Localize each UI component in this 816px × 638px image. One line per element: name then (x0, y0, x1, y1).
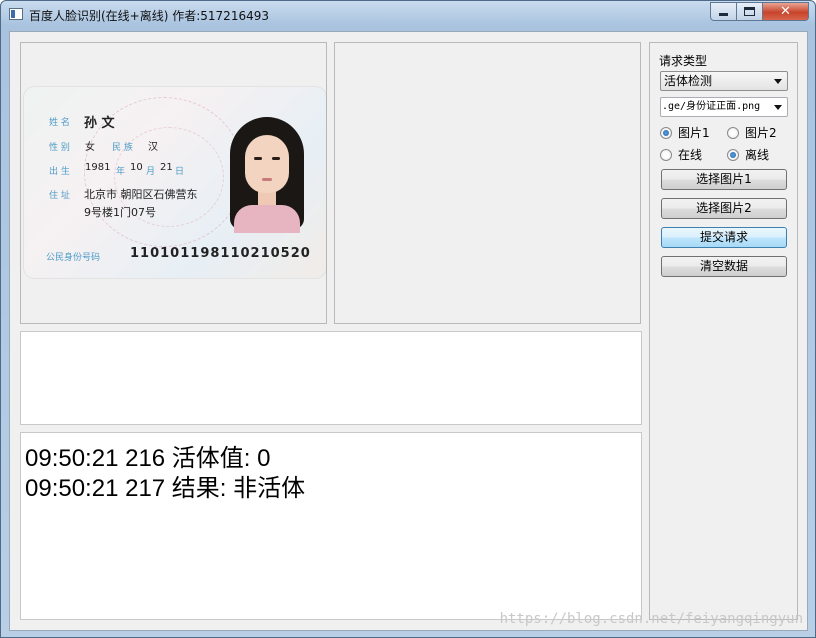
name-label: 姓 名 (49, 118, 70, 128)
radio-online[interactable]: 在线 (660, 146, 702, 163)
day-label: 日 (175, 167, 185, 177)
radio-image2[interactable]: 图片2 (727, 124, 777, 141)
select-image2-button[interactable]: 选择图片2 (661, 198, 787, 219)
id-number-value: 110101198110210520 (130, 246, 311, 261)
file-path-value: .ge/身份证正面.png (662, 101, 761, 112)
radio-online-label: 在线 (678, 148, 703, 162)
clear-data-button[interactable]: 清空数据 (661, 256, 787, 277)
chevron-down-icon (774, 79, 782, 84)
month-label: 月 (146, 167, 156, 177)
request-type-select[interactable]: 活体检测 (660, 71, 788, 91)
title-bar[interactable]: 百度人脸识别(在线+离线) 作者:517216493 ✕ (1, 1, 815, 29)
radio-offline[interactable]: 离线 (727, 146, 769, 163)
close-button[interactable]: ✕ (763, 2, 809, 21)
chevron-down-icon (774, 105, 782, 110)
request-type-label: 请求类型 (659, 54, 708, 68)
maximize-button[interactable] (737, 2, 763, 21)
gender-value: 女 (85, 142, 95, 153)
address-label: 住 址 (49, 191, 70, 201)
image1-panel: 姓 名 孙 文 性 别 女 民 族 汉 出 生 1981 年 10 月 21 日… (20, 42, 327, 324)
gender-label: 性 别 (49, 143, 70, 153)
radio-offline-label: 离线 (745, 148, 770, 162)
select-image1-button[interactable]: 选择图片1 (661, 169, 787, 190)
image2-panel (334, 42, 641, 324)
year-label: 年 (116, 167, 126, 177)
minimize-button[interactable] (710, 2, 737, 21)
birth-month: 10 (130, 162, 143, 173)
watermark-text: https://blog.csdn.net/feiyangqingyun (499, 611, 803, 627)
address-line1: 北京市 朝阳区石佛营东 (84, 188, 198, 201)
birth-year: 1981 (85, 162, 111, 173)
radio-unchecked-icon (660, 148, 672, 161)
radio-image1-label: 图片1 (678, 126, 710, 140)
name-value: 孙 文 (84, 116, 115, 131)
maximize-icon (744, 7, 755, 16)
address-line2: 9号楼1门07号 (84, 206, 156, 219)
radio-unchecked-icon (727, 126, 739, 139)
close-icon: ✕ (780, 4, 791, 19)
request-type-value: 活体检测 (664, 74, 713, 88)
ethnicity-label: 民 族 (112, 143, 133, 153)
log-panel[interactable]: 09:50:21 216 活体值: 0 09:50:21 217 结果: 非活体 (20, 432, 642, 620)
radio-image1[interactable]: 图片1 (660, 124, 710, 141)
minimize-icon (719, 13, 728, 16)
info-panel[interactable] (20, 331, 642, 425)
window-title: 百度人脸识别(在线+离线) 作者:517216493 (29, 9, 269, 23)
controls-panel: 请求类型 活体检测 .ge/身份证正面.png 图片1 图片2 在线 离线 选择… (649, 42, 798, 620)
radio-checked-icon (660, 126, 672, 139)
client-area: 姓 名 孙 文 性 别 女 民 族 汉 出 生 1981 年 10 月 21 日… (9, 31, 808, 631)
radio-image2-label: 图片2 (745, 126, 777, 140)
log-line-2: 09:50:21 217 结果: 非活体 (25, 475, 306, 502)
birth-label: 出 生 (49, 167, 70, 177)
portrait-photo (220, 117, 316, 233)
app-icon (9, 8, 23, 20)
ethnicity-value: 汉 (148, 142, 158, 153)
birth-day: 21 (160, 162, 173, 173)
id-card-image: 姓 名 孙 文 性 别 女 民 族 汉 出 生 1981 年 10 月 21 日… (24, 87, 326, 278)
radio-checked-icon (727, 148, 739, 161)
submit-request-button[interactable]: 提交请求 (661, 227, 787, 248)
file-path-combo[interactable]: .ge/身份证正面.png (660, 97, 788, 117)
app-window: 百度人脸识别(在线+离线) 作者:517216493 ✕ 姓 名 孙 文 性 别… (0, 0, 816, 638)
window-controls: ✕ (710, 2, 809, 21)
id-number-label: 公民身份号码 (46, 253, 101, 263)
